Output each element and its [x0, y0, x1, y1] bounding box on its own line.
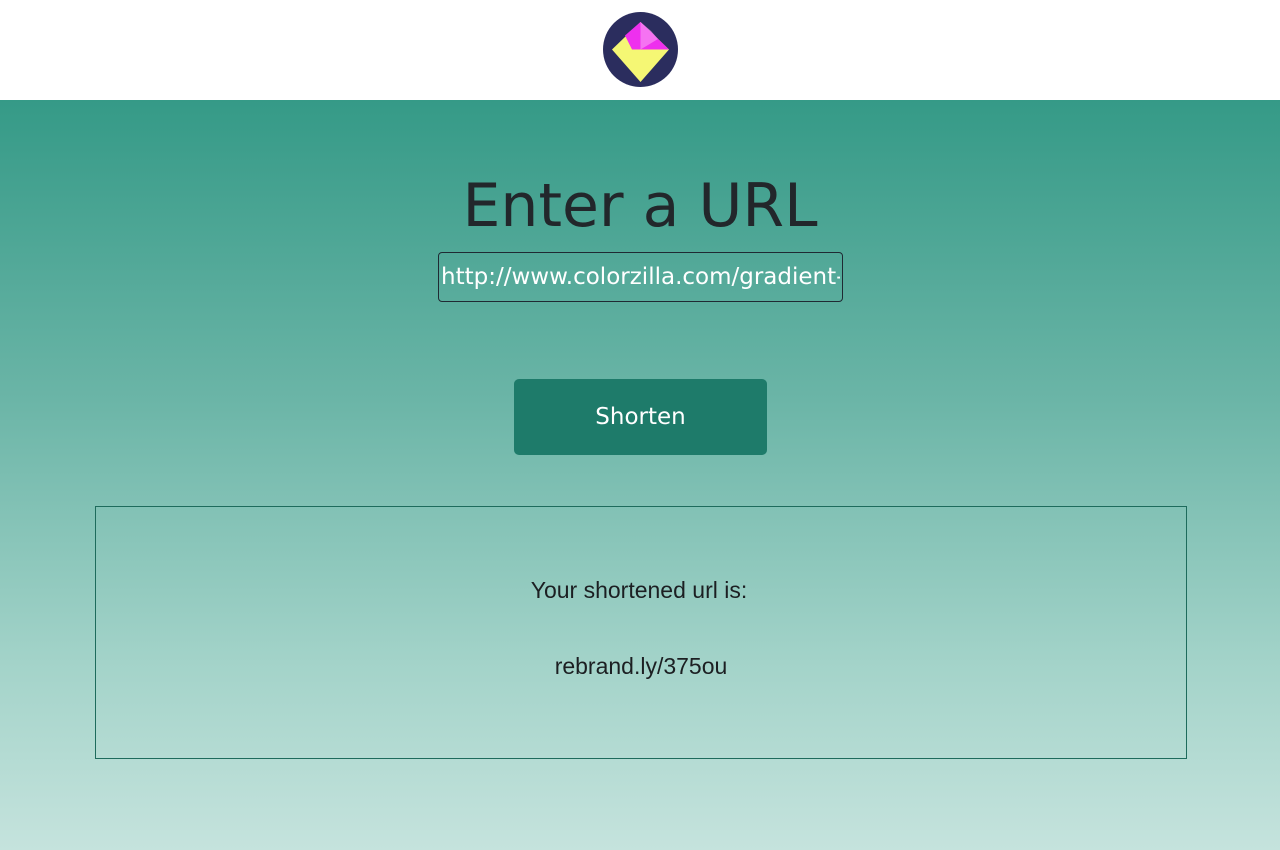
shorten-button[interactable]: Shorten: [514, 379, 767, 455]
page-title: Enter a URL: [462, 171, 818, 241]
top-header: [0, 0, 1280, 100]
shortened-url[interactable]: rebrand.ly/375ou: [96, 653, 1186, 680]
main-panel: Enter a URL Shorten Your shortened url i…: [0, 100, 1280, 850]
diamond-logo-icon[interactable]: [603, 12, 678, 87]
result-label: Your shortened url is:: [530, 577, 748, 603]
result-panel: Your shortened url is: rebrand.ly/375ou: [95, 506, 1187, 759]
url-input[interactable]: [438, 252, 843, 302]
